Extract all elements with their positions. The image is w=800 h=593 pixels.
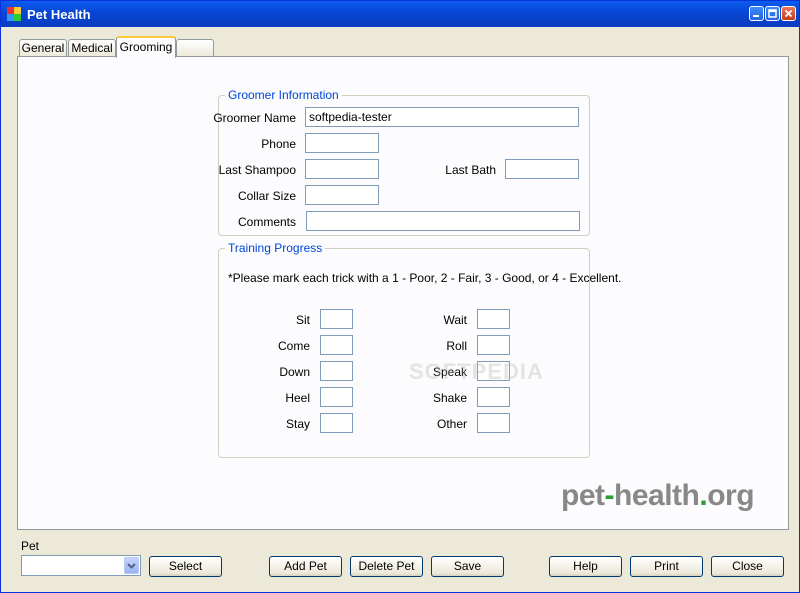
close-window-button[interactable] [781, 6, 796, 21]
tab-general[interactable]: General [19, 39, 67, 57]
trick-shake-label: Shake [432, 391, 467, 405]
print-button[interactable]: Print [630, 556, 703, 577]
maximize-icon [768, 9, 777, 18]
trick-heel-input[interactable] [320, 387, 353, 407]
save-button[interactable]: Save [431, 556, 504, 577]
training-progress-title: Training Progress [225, 241, 326, 255]
groomer-information-title: Groomer Information [225, 88, 342, 102]
delete-pet-button[interactable]: Delete Pet [350, 556, 423, 577]
close-button[interactable]: Close [711, 556, 784, 577]
trick-roll-input[interactable] [477, 335, 510, 355]
collar-size-label: Collar Size [237, 189, 296, 203]
trick-wait-input[interactable] [477, 309, 510, 329]
tab-blank[interactable] [176, 39, 214, 57]
tab-panel-grooming: Groomer Information Groomer Name softped… [17, 56, 789, 530]
training-instructions: *Please mark each trick with a 1 - Poor,… [228, 271, 622, 285]
main-window: Pet Health General Medical Grooming Groo… [0, 0, 800, 593]
comments-label: Comments [237, 215, 296, 229]
trick-stay-input[interactable] [320, 413, 353, 433]
last-shampoo-label: Last Shampoo [218, 163, 296, 177]
trick-other-input[interactable] [477, 413, 510, 433]
title-bar[interactable]: Pet Health [1, 1, 799, 27]
minimize-icon [753, 15, 759, 17]
trick-down-input[interactable] [320, 361, 353, 381]
brand-middle: health [614, 479, 700, 512]
tab-grooming[interactable]: Grooming [116, 36, 176, 58]
groomer-name-input[interactable]: softpedia-tester [305, 107, 579, 127]
pet-label: Pet [21, 539, 40, 553]
trick-down-label: Down [279, 365, 310, 379]
trick-come-label: Come [277, 339, 310, 353]
last-shampoo-input[interactable] [305, 159, 379, 179]
trick-stay-label: Stay [285, 417, 310, 431]
trick-wait-label: Wait [443, 313, 467, 327]
trick-sit-input[interactable] [320, 309, 353, 329]
brand-suffix: org [707, 479, 755, 512]
pet-health-app-icon [7, 7, 21, 21]
close-icon [784, 9, 793, 18]
phone-label: Phone [261, 137, 296, 151]
brand-logo: pet-health.org [561, 479, 755, 513]
watermark: SOFTPEDIA [409, 359, 544, 384]
phone-input[interactable] [305, 133, 379, 153]
last-bath-input[interactable] [505, 159, 579, 179]
chevron-down-icon [127, 563, 136, 569]
last-bath-label: Last Bath [445, 163, 496, 177]
comments-input[interactable] [306, 211, 580, 231]
help-button[interactable]: Help [549, 556, 622, 577]
trick-shake-input[interactable] [477, 387, 510, 407]
brand-dash: - [604, 479, 615, 512]
minimize-button[interactable] [749, 6, 764, 21]
window-title: Pet Health [27, 7, 91, 22]
trick-heel-label: Heel [285, 391, 310, 405]
brand-prefix: pet [561, 479, 605, 512]
add-pet-button[interactable]: Add Pet [269, 556, 342, 577]
pet-dropdown[interactable] [21, 555, 141, 576]
select-button[interactable]: Select [149, 556, 222, 577]
collar-size-input[interactable] [305, 185, 379, 205]
trick-sit-label: Sit [295, 313, 310, 327]
trick-come-input[interactable] [320, 335, 353, 355]
trick-roll-label: Roll [446, 339, 467, 353]
tab-medical[interactable]: Medical [68, 39, 116, 57]
trick-other-label: Other [436, 417, 467, 431]
pet-dropdown-button[interactable] [124, 557, 139, 574]
maximize-button[interactable] [765, 6, 780, 21]
groomer-name-label: Groomer Name [213, 111, 296, 125]
